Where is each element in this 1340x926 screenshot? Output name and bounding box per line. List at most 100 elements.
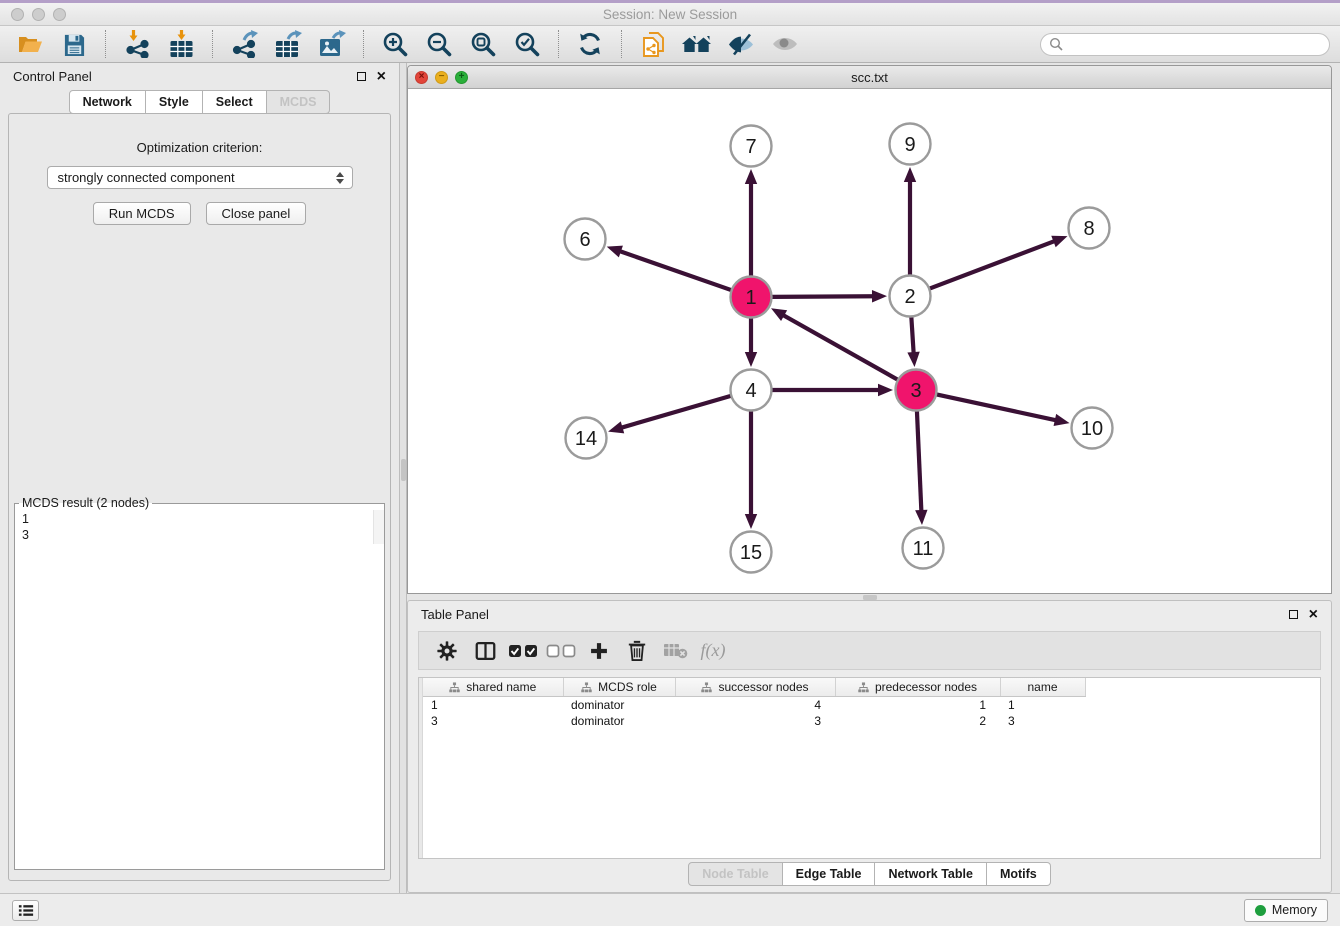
select-stepper-icon [336, 172, 347, 184]
run-mcds-button[interactable]: Run MCDS [93, 202, 191, 225]
table-tab-edge-table[interactable]: Edge Table [783, 862, 876, 886]
column-header-shared-name[interactable]: shared name [423, 678, 563, 697]
zoom-out-icon[interactable] [419, 29, 459, 59]
hide-selected-eye-slash-icon[interactable] [721, 29, 761, 59]
cell-predecessor_nodes[interactable]: 1 [835, 697, 1000, 714]
column-header-predecessor-nodes[interactable]: predecessor nodes [835, 678, 1000, 697]
close-panel-button[interactable]: Close panel [206, 202, 307, 225]
select-all-columns-icon[interactable] [504, 636, 542, 666]
float-panel-icon[interactable] [357, 72, 366, 81]
task-history-button[interactable] [12, 900, 39, 921]
edge-2-to-8[interactable] [930, 236, 1068, 289]
edge-4-to-3[interactable] [772, 384, 893, 396]
edge-2-to-9[interactable] [904, 167, 916, 275]
search-box[interactable] [1040, 33, 1330, 56]
cell-predecessor_nodes[interactable]: 2 [835, 713, 1000, 729]
node-2[interactable]: 2 [890, 276, 931, 317]
zoom-in-icon[interactable] [375, 29, 415, 59]
node-6[interactable]: 6 [565, 219, 606, 260]
window-controls [11, 8, 66, 21]
close-panel-icon[interactable]: × [1309, 609, 1318, 621]
cell-mcds_role[interactable]: dominator [563, 713, 675, 729]
node-1[interactable]: 1 [731, 277, 772, 318]
show-all-eye-icon[interactable] [765, 29, 805, 59]
cell-successor_nodes[interactable]: 4 [675, 697, 835, 714]
control-tab-mcds[interactable]: MCDS [267, 90, 331, 114]
node-10[interactable]: 10 [1072, 408, 1113, 449]
close-panel-icon[interactable]: × [377, 71, 386, 83]
close-window-button[interactable] [11, 8, 24, 21]
split-handle[interactable] [863, 595, 877, 600]
open-session-icon[interactable] [10, 29, 50, 59]
export-image-icon[interactable] [312, 29, 352, 59]
network-minimize-button[interactable]: − [435, 71, 448, 84]
node-3[interactable]: 3 [896, 370, 937, 411]
maximize-window-button[interactable] [53, 8, 66, 21]
edge-1-to-2[interactable] [772, 290, 887, 302]
save-session-icon[interactable] [54, 29, 94, 59]
cell-name[interactable]: 3 [1000, 713, 1085, 729]
edge-1-to-7[interactable] [745, 169, 757, 276]
horizontal-split-divider[interactable] [407, 594, 1332, 600]
import-network-icon[interactable] [117, 29, 157, 59]
float-panel-icon[interactable] [1289, 610, 1298, 619]
cell-successor_nodes[interactable]: 3 [675, 713, 835, 729]
cell-mcds_role[interactable]: dominator [563, 697, 675, 714]
edge-1-to-4[interactable] [745, 318, 757, 367]
zoom-selected-icon[interactable] [507, 29, 547, 59]
edge-3-to-10[interactable] [937, 394, 1070, 426]
split-handle[interactable] [401, 459, 406, 481]
search-input[interactable] [1068, 36, 1321, 52]
add-column-icon[interactable] [580, 636, 618, 666]
node-14[interactable]: 14 [566, 418, 607, 459]
network-from-selection-icon[interactable] [633, 29, 673, 59]
table-tab-motifs[interactable]: Motifs [987, 862, 1051, 886]
criterion-select[interactable]: strongly connected component [47, 166, 353, 189]
memory-button[interactable]: Memory [1244, 899, 1328, 922]
edge-3-to-1[interactable] [771, 308, 898, 379]
apply-layout-icon[interactable] [570, 29, 610, 59]
network-close-button[interactable]: × [415, 71, 428, 84]
edge-2-to-3[interactable] [907, 317, 919, 367]
cell-shared_name[interactable]: 1 [423, 697, 563, 714]
deselect-all-columns-icon[interactable] [542, 636, 580, 666]
vertical-split-divider[interactable] [399, 63, 407, 893]
table-row[interactable]: 3dominator323 [423, 713, 1085, 729]
control-tab-select[interactable]: Select [203, 90, 267, 114]
node-4[interactable]: 4 [731, 370, 772, 411]
edge-1-to-6[interactable] [607, 246, 731, 290]
control-tab-style[interactable]: Style [146, 90, 203, 114]
edge-4-to-15[interactable] [745, 411, 757, 529]
node-15[interactable]: 15 [731, 532, 772, 573]
node-8[interactable]: 8 [1069, 208, 1110, 249]
network-maximize-button[interactable]: + [455, 71, 468, 84]
delete-column-trash-icon[interactable] [618, 636, 656, 666]
zoom-fit-icon[interactable] [463, 29, 503, 59]
column-header-name[interactable]: name [1000, 678, 1085, 697]
edge-3-to-11[interactable] [915, 411, 927, 525]
cell-name[interactable]: 1 [1000, 697, 1085, 714]
column-header-MCDS-role[interactable]: MCDS role [563, 678, 675, 697]
table-tab-network-table[interactable]: Network Table [875, 862, 987, 886]
result-scrollbar[interactable] [373, 510, 384, 544]
table-row[interactable]: 1dominator411 [423, 697, 1085, 714]
show-column-panel-icon[interactable] [466, 636, 504, 666]
mcds-result-text[interactable]: 13 [15, 510, 384, 544]
network-canvas[interactable]: 7 9 6 8 1 2 4 3 14 10 15 11 [408, 89, 1331, 593]
export-table-icon[interactable] [268, 29, 308, 59]
column-header-successor-nodes[interactable]: successor nodes [675, 678, 835, 697]
control-tab-network[interactable]: Network [69, 90, 146, 114]
table-tab-node-table[interactable]: Node Table [688, 862, 782, 886]
cell-shared_name[interactable]: 3 [423, 713, 563, 729]
node-11[interactable]: 11 [903, 528, 944, 569]
table-mode-gear-icon[interactable] [428, 636, 466, 666]
export-network-icon[interactable] [224, 29, 264, 59]
edge-4-to-14[interactable] [608, 396, 731, 433]
node-9[interactable]: 9 [890, 124, 931, 165]
home-networks-icon[interactable] [677, 29, 717, 59]
network-graph[interactable]: 7 9 6 8 1 2 4 3 14 10 15 11 [408, 89, 1333, 593]
table-header-row: shared nameMCDS rolesuccessor nodesprede… [423, 678, 1085, 697]
minimize-window-button[interactable] [32, 8, 45, 21]
node-7[interactable]: 7 [731, 126, 772, 167]
import-table-icon[interactable] [161, 29, 201, 59]
